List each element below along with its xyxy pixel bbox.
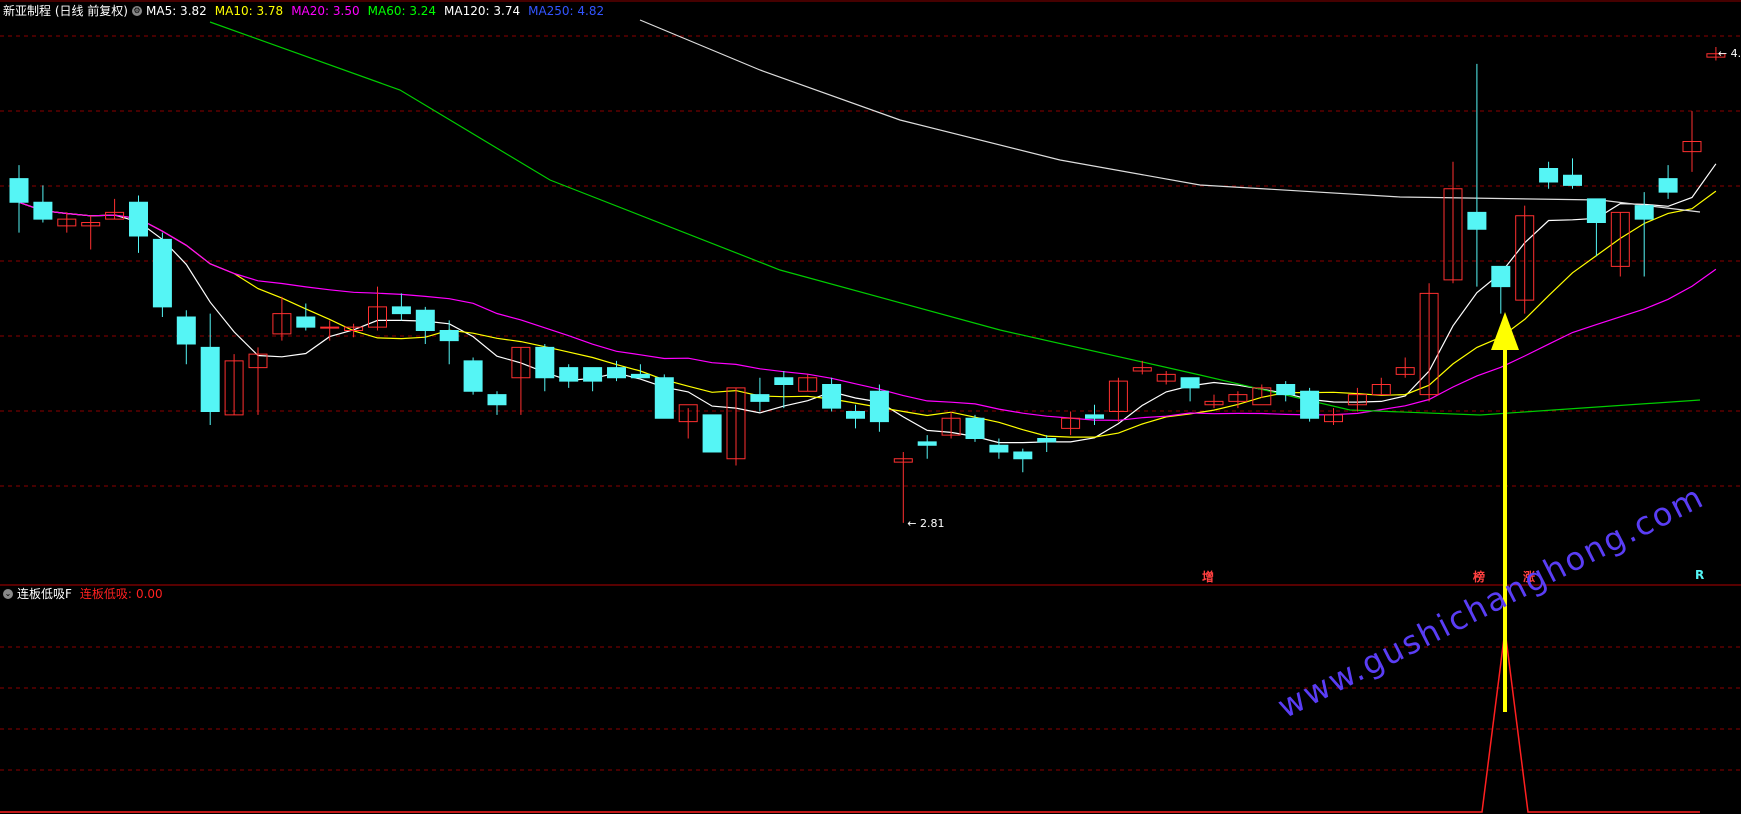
- signal-arrow-head: [1491, 312, 1519, 350]
- candle-down: [1539, 168, 1559, 183]
- candle-down: [152, 238, 172, 308]
- candle-down: [1634, 205, 1654, 220]
- tag-bang: 榜: [1473, 570, 1486, 584]
- stock-title[interactable]: 新亚制程 (日线 前复权): [3, 2, 128, 19]
- candle-down: [1491, 265, 1511, 288]
- candle-down: [129, 201, 148, 237]
- candle-down: [702, 414, 722, 453]
- high-price-label: ← 4.24: [1718, 47, 1741, 60]
- ma-legend-4: MA120: 3.74: [444, 3, 521, 18]
- candle-down: [559, 367, 579, 382]
- indicator-header: ⌄ 连板低吸F 连板低吸: 0.00: [3, 585, 163, 602]
- candle-up: [320, 326, 340, 329]
- candle-down: [535, 346, 555, 379]
- candle-down: [846, 411, 865, 419]
- indicator-label: 连板低吸:: [79, 587, 132, 601]
- candle-down: [583, 367, 603, 382]
- candle-down: [965, 417, 985, 439]
- ma20-line: [18, 201, 1717, 421]
- candle-down: [1586, 198, 1606, 223]
- ma-legend-5: MA250: 4.82: [528, 3, 605, 18]
- indicator-line: [0, 629, 1700, 813]
- candle-down: [1037, 438, 1057, 443]
- candle-down: [607, 367, 626, 379]
- ma-legend-3: MA60: 3.24: [367, 3, 437, 18]
- candle-down: [1563, 174, 1582, 186]
- candle-down: [822, 384, 842, 409]
- candle-down: [439, 330, 459, 342]
- candle-down: [296, 316, 316, 328]
- candle-down: [989, 444, 1009, 453]
- stock-chart[interactable]: ← 2.81 ← 4.24: [0, 0, 1741, 814]
- candle-down: [391, 306, 411, 315]
- candle-down: [750, 394, 770, 402]
- candle-down: [1467, 211, 1487, 230]
- main-header: 新亚制程 (日线 前复权) ⚙ MA5: 3.82 MA10: 3.78 MA20:…: [3, 2, 604, 19]
- ma-legend-1: MA10: 3.78: [214, 3, 284, 18]
- ma120-line: [639, 19, 1701, 213]
- candle-down: [200, 346, 220, 412]
- ma5-line: [18, 163, 1717, 444]
- indicator-value: 0.00: [135, 586, 163, 601]
- candle-down: [774, 377, 794, 385]
- candle-down: [869, 390, 889, 423]
- candle-down: [487, 394, 507, 406]
- candle-down: [1180, 377, 1200, 389]
- candle-down: [1276, 384, 1296, 396]
- candle-down: [630, 373, 650, 379]
- collapse-icon[interactable]: ⌄: [3, 588, 13, 599]
- candle-down: [415, 309, 435, 331]
- indicator-name[interactable]: 连板低吸F: [17, 585, 72, 602]
- candle-down: [654, 377, 674, 419]
- ma-legend-0: MA5: 3.82: [146, 3, 207, 18]
- settings-icon[interactable]: ⚙: [132, 5, 142, 16]
- candle-down: [1300, 390, 1320, 419]
- candle-down: [9, 178, 29, 203]
- candle-down: [33, 201, 53, 220]
- candle-down: [917, 441, 937, 446]
- low-price-label: ← 2.81: [907, 517, 944, 530]
- candle-down: [1658, 178, 1678, 193]
- candle-down: [176, 316, 196, 345]
- candle-down: [463, 360, 483, 392]
- ma-legend-2: MA20: 3.50: [291, 3, 360, 18]
- candle-down: [1085, 414, 1104, 419]
- tag-zeng: 增: [1202, 570, 1215, 584]
- tag-r: R: [1695, 568, 1705, 582]
- candle-down: [1013, 451, 1033, 460]
